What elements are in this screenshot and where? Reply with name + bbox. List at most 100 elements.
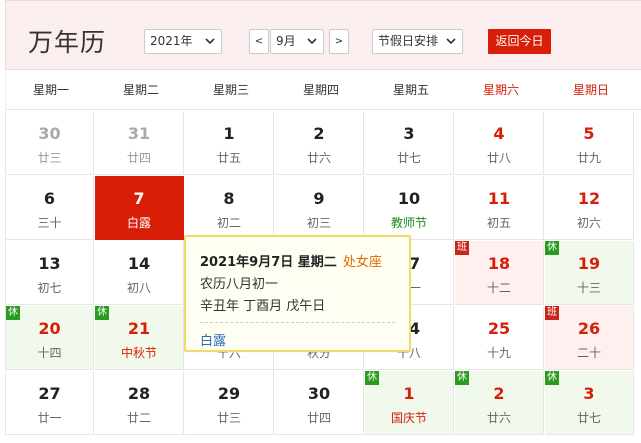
lunar-date: 三十: [37, 216, 62, 230]
day-number: 21: [127, 319, 151, 338]
day-number: 1: [223, 124, 235, 143]
day-number: 13: [38, 254, 61, 273]
weekday-label: 星期五: [392, 83, 429, 97]
lunar-date: 十二: [486, 281, 511, 295]
year-select-value: 2021年: [150, 34, 193, 48]
day-number: 29: [217, 384, 241, 403]
lunar-date: 廿一: [37, 411, 62, 425]
day-cell[interactable]: 1 廿五: [185, 111, 274, 175]
lunar-date: 廿三: [216, 411, 241, 425]
lunar-date: 初三: [306, 216, 331, 230]
day-cell[interactable]: 休 1 国庆节: [365, 371, 454, 435]
page-title: 万年历: [28, 28, 107, 57]
lunar-date: 国庆节: [390, 411, 427, 425]
month-select[interactable]: 9月: [270, 29, 324, 54]
rest-day-badge: 休: [545, 241, 559, 255]
year-select[interactable]: 2021年: [144, 29, 222, 54]
day-cell[interactable]: 25 十九: [455, 306, 544, 370]
lunar-date: 白露: [126, 216, 151, 230]
day-number: 3: [403, 124, 415, 143]
weekday-label: 星期四: [302, 83, 339, 97]
day-cell[interactable]: 10 教师节: [365, 176, 454, 240]
day-cell[interactable]: 3 廿七: [365, 111, 454, 175]
lunar-date: 廿八: [486, 151, 511, 165]
chevron-down-icon: [205, 38, 215, 45]
day-number: 28: [127, 384, 151, 403]
day-cell[interactable]: 休 20 十四: [5, 306, 94, 370]
holiday-select[interactable]: 节假日安排: [372, 29, 463, 54]
lunar-date: 二十: [576, 346, 601, 360]
day-cell[interactable]: 4 廿八: [455, 111, 544, 175]
day-cell[interactable]: 班 26 二十: [545, 306, 634, 370]
day-number: 9: [313, 189, 325, 208]
rest-day-badge: 休: [455, 371, 469, 385]
day-number: 5: [583, 124, 595, 143]
day-cell[interactable]: 30 廿四: [275, 371, 364, 435]
day-cell[interactable]: 5 廿九: [545, 111, 634, 175]
day-cell[interactable]: 27 廿一: [5, 371, 94, 435]
day-cell[interactable]: 6 三十: [5, 176, 94, 240]
lunar-date: 十三: [576, 281, 601, 295]
day-cell-selected[interactable]: 7 白露: [95, 176, 184, 240]
day-cell[interactable]: 2 廿六: [275, 111, 364, 175]
day-cell[interactable]: 8 初二: [185, 176, 274, 240]
weekday-label: 星期六: [482, 83, 519, 97]
day-number: 30: [38, 124, 61, 143]
day-number: 1: [403, 384, 415, 403]
lunar-date: 初八: [126, 281, 151, 295]
day-number: 27: [38, 384, 61, 403]
lunar-date: 初六: [576, 216, 601, 230]
back-to-today-button[interactable]: 返回今日: [488, 29, 551, 54]
day-number: 2: [313, 124, 325, 143]
day-cell[interactable]: 休 3 廿七: [545, 371, 634, 435]
weekday-header: 星期一 星期二 星期三 星期四 星期五 星期六 星期日: [5, 70, 641, 110]
day-number: 11: [487, 189, 511, 208]
weekday-label: 星期日: [572, 83, 609, 97]
lunar-date: 廿九: [576, 151, 601, 165]
day-cell[interactable]: 11 初五: [455, 176, 544, 240]
lunar-date: 廿七: [396, 151, 421, 165]
day-cell[interactable]: 12 初六: [545, 176, 634, 240]
lunar-date: 初五: [486, 216, 511, 230]
lunar-date: 廿六: [306, 151, 331, 165]
day-cell[interactable]: 9 初三: [275, 176, 364, 240]
day-number: 31: [127, 124, 151, 143]
day-cell[interactable]: 30 廿三: [5, 111, 94, 175]
work-day-badge: 班: [545, 306, 559, 320]
rest-day-badge: 休: [6, 306, 20, 320]
holiday-select-value: 节假日安排: [378, 34, 439, 48]
tooltip-ganzhi: 辛丑年 丁酉月 戊午日: [200, 299, 326, 314]
day-cell[interactable]: 休 19 十三: [545, 241, 634, 305]
month-select-value: 9月: [276, 34, 296, 48]
tooltip-lunar-date: 农历八月初一: [200, 277, 279, 292]
day-number: 30: [307, 384, 331, 403]
day-number: 10: [397, 189, 421, 208]
day-cell[interactable]: 14 初八: [95, 241, 184, 305]
tooltip-zodiac: 处女座: [342, 255, 382, 270]
day-number: 12: [577, 189, 601, 208]
day-number: 4: [493, 124, 505, 143]
day-cell[interactable]: 28 廿二: [95, 371, 184, 435]
lunar-date: 初二: [216, 216, 241, 230]
day-number: 19: [577, 254, 601, 273]
day-number: 7: [133, 189, 145, 208]
lunar-date: 初七: [37, 281, 62, 295]
next-month-button[interactable]: >: [329, 29, 349, 54]
chevron-down-icon: [307, 38, 317, 45]
day-cell[interactable]: 休 2 廿六: [455, 371, 544, 435]
rest-day-badge: 休: [95, 306, 109, 320]
day-number: 25: [487, 319, 511, 338]
day-cell[interactable]: 31 廿四: [95, 111, 184, 175]
calendar-header: 万年历 2021年 < 9月 > 节假日安排 返回今日: [5, 0, 641, 70]
day-number: 18: [487, 254, 511, 273]
tooltip-date: 2021年9月7日 星期二: [200, 255, 337, 270]
day-cell[interactable]: 29 廿三: [185, 371, 274, 435]
day-cell[interactable]: 休 21 中秋节: [95, 306, 184, 370]
tooltip-solar-term: 白露: [200, 334, 227, 349]
day-number: 6: [43, 189, 56, 208]
day-cell[interactable]: 班 18 十二: [455, 241, 544, 305]
lunar-date: 中秋节: [120, 346, 157, 360]
lunar-date: 廿六: [486, 411, 511, 425]
prev-month-button[interactable]: <: [249, 29, 269, 54]
day-cell[interactable]: 13 初七: [5, 241, 94, 305]
